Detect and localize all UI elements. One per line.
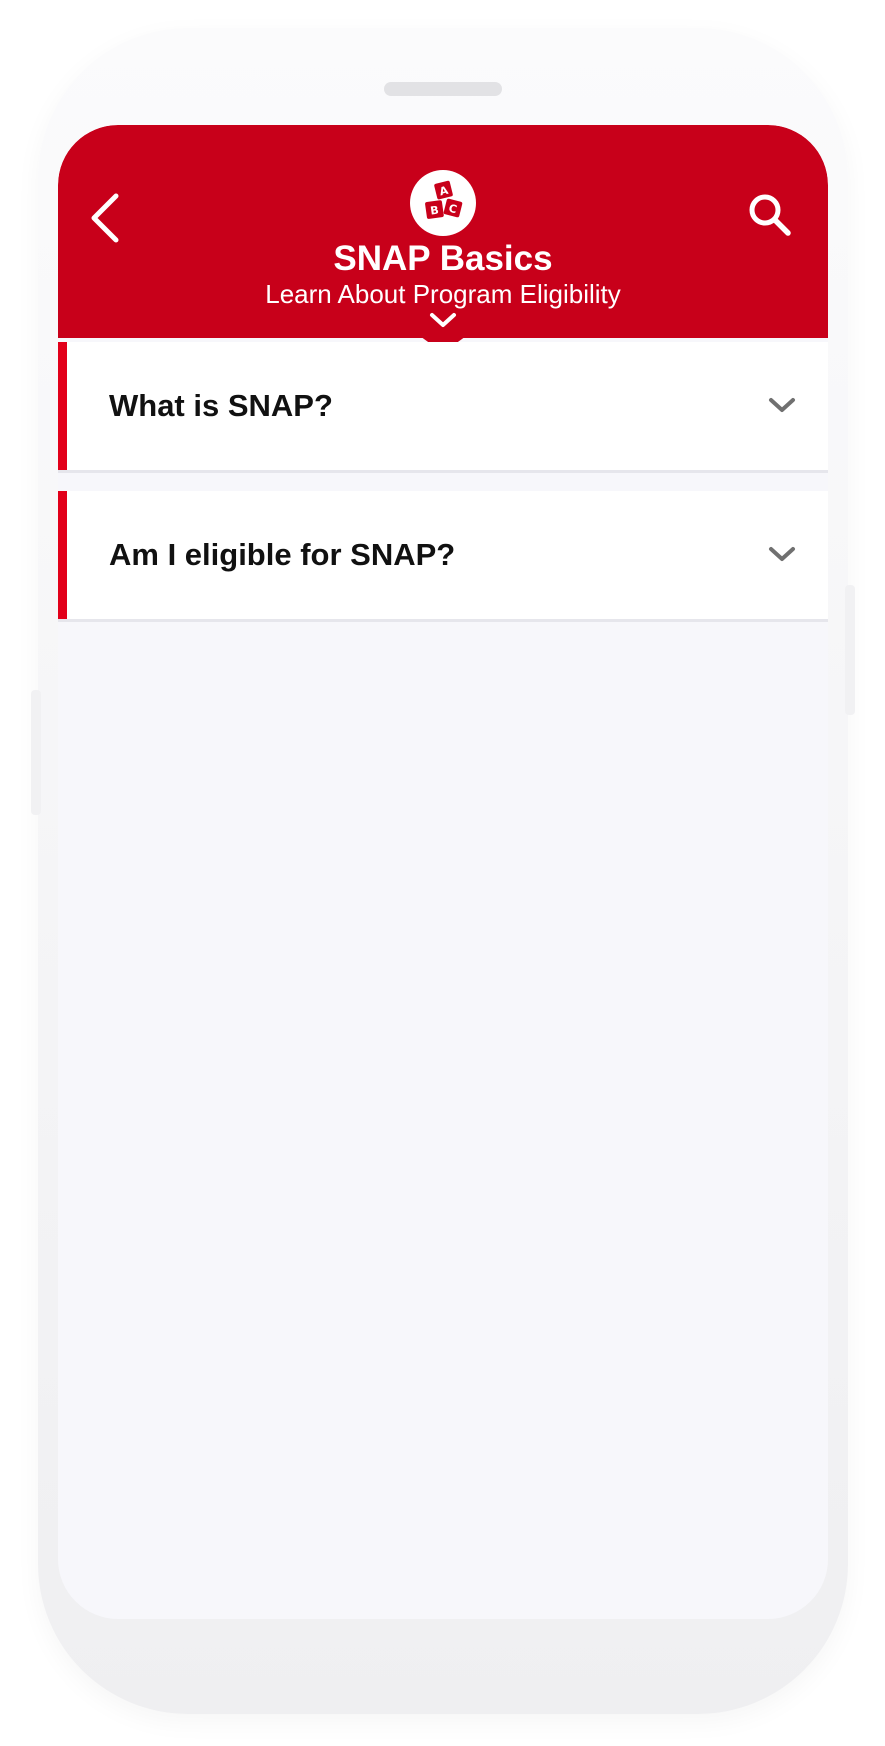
page-title: SNAP Basics	[333, 239, 553, 278]
device-side-button-left	[31, 690, 41, 815]
search-button[interactable]	[744, 189, 796, 241]
accordion-item-label: What is SNAP?	[109, 388, 333, 423]
device-speaker	[384, 82, 502, 96]
abc-blocks-icon: A B C	[410, 170, 476, 236]
device-side-button-right	[845, 585, 855, 715]
chevron-down-icon[interactable]	[428, 311, 458, 331]
app-header: A B C SNAP Basics Learn About Program El…	[58, 125, 828, 338]
accordion-item-what-is-snap[interactable]: What is SNAP?	[58, 342, 828, 473]
svg-text:B: B	[430, 204, 440, 218]
accordion-item-am-i-eligible[interactable]: Am I eligible for SNAP?	[58, 491, 828, 622]
search-icon	[749, 194, 791, 236]
accordion-accent-bar	[58, 342, 67, 470]
page-subtitle: Learn About Program Eligibility	[265, 279, 621, 309]
app-screen: A B C SNAP Basics Learn About Program El…	[58, 125, 828, 1619]
chevron-down-icon[interactable]	[768, 545, 796, 565]
accordion-accent-bar	[58, 491, 67, 619]
chevron-down-icon[interactable]	[768, 396, 796, 416]
accordion-item-label: Am I eligible for SNAP?	[109, 537, 456, 572]
